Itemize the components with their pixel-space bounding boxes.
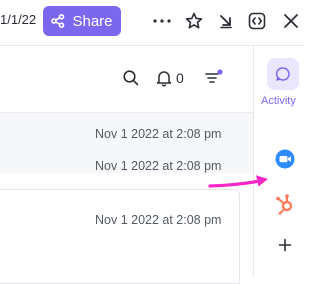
close-icon[interactable] <box>280 10 302 32</box>
bell-icon[interactable] <box>155 69 173 87</box>
share-label: Share <box>72 12 113 30</box>
notification-count: 0 <box>176 70 184 86</box>
share-icon <box>51 14 65 28</box>
zoom-app-icon[interactable] <box>275 149 295 169</box>
more-horizontal-icon[interactable] <box>151 10 173 32</box>
date-label: 1/1/22 <box>0 12 37 27</box>
activity-timestamp: Nov 1 2022 at 2:08 pm <box>95 127 222 141</box>
activity-tab-label: Activity <box>261 95 296 107</box>
filter-icon[interactable] <box>204 69 224 87</box>
plus-icon[interactable] <box>277 237 293 253</box>
search-icon[interactable] <box>122 69 140 87</box>
annotation-arrow <box>208 174 270 192</box>
code-embed-icon[interactable] <box>246 10 268 32</box>
activity-timestamp: Nov 1 2022 at 2:08 pm <box>95 213 222 227</box>
activity-icon <box>275 67 290 81</box>
activity-card <box>0 189 240 284</box>
activity-timestamp: Nov 1 2022 at 2:08 pm <box>95 159 222 173</box>
activity-tab[interactable] <box>267 58 299 90</box>
hubspot-app-icon[interactable] <box>275 193 295 215</box>
arrow-down-right-icon[interactable] <box>215 10 237 32</box>
star-icon[interactable] <box>183 10 205 32</box>
share-button[interactable]: Share <box>43 6 121 36</box>
